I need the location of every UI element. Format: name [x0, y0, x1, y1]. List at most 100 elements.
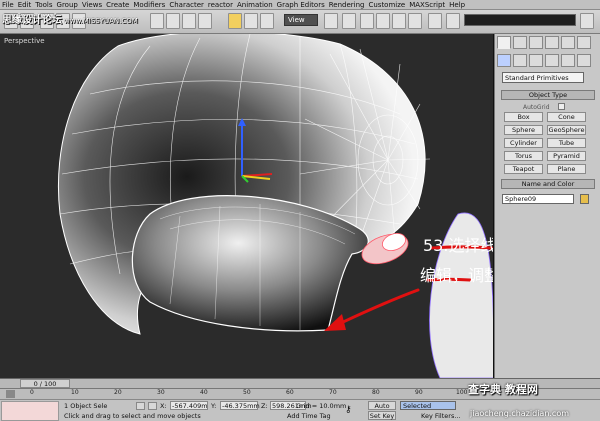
viewport-scene: [57, 34, 493, 378]
utilities-tab-icon[interactable]: [577, 36, 591, 49]
menu-item[interactable]: Tools: [35, 1, 52, 9]
helpers-icon[interactable]: [561, 54, 575, 67]
select-object-icon[interactable]: [150, 13, 164, 29]
frame-counter[interactable]: 0 / 100: [20, 379, 70, 388]
box-button[interactable]: Box: [504, 112, 543, 122]
primitive-type-dropdown[interactable]: Standard Primitives: [502, 72, 584, 83]
menu-item[interactable]: Modifiers: [133, 1, 165, 9]
site-watermark: 查字典 教程网: [468, 383, 538, 396]
menu-item[interactable]: Character: [169, 1, 204, 9]
key-icon[interactable]: ⚷: [345, 405, 352, 415]
key-filters-button[interactable]: Key Filters...: [421, 412, 461, 420]
menu-item[interactable]: Customize: [368, 1, 405, 9]
menu-item[interactable]: Help: [449, 1, 465, 9]
create-categories: [497, 54, 597, 68]
tick-label: 50: [243, 389, 251, 396]
name-color-rollout[interactable]: Name and Color: [501, 179, 595, 189]
menu-item[interactable]: File: [2, 1, 14, 9]
tick-label: 70: [329, 389, 337, 396]
menu-bar: File Edit Tools Group Views Create Modifiers Ch…: [0, 0, 600, 10]
select-manipulate-icon[interactable]: [342, 13, 356, 29]
object-name-field[interactable]: Sphere09: [502, 194, 574, 204]
menu-item[interactable]: Create: [106, 1, 129, 9]
mirror-icon[interactable]: [446, 13, 460, 29]
maxscript-listener[interactable]: [1, 401, 59, 421]
modify-tab-icon[interactable]: [513, 36, 527, 49]
menu-item[interactable]: MAXScript: [409, 1, 445, 9]
plane-button[interactable]: Plane: [547, 164, 586, 174]
tick-label: 40: [200, 389, 208, 396]
auto-key-button[interactable]: Auto Key: [368, 401, 396, 418]
hierarchy-tab-icon[interactable]: [529, 36, 543, 49]
rect-selection-icon[interactable]: [182, 13, 196, 29]
angle-snap-icon[interactable]: [376, 13, 390, 29]
select-by-name-icon[interactable]: [166, 13, 180, 29]
z-label: Z:: [261, 402, 268, 410]
cylinder-button[interactable]: Cylinder: [504, 138, 543, 148]
display-tab-icon[interactable]: [561, 36, 575, 49]
x-coordinate[interactable]: -567.409m: [170, 401, 208, 410]
tick-label: 100: [456, 389, 468, 396]
lock-selection-icon[interactable]: [136, 402, 145, 410]
tick-label: 80: [372, 389, 380, 396]
menu-item[interactable]: Animation: [237, 1, 273, 9]
status-prompt: Click and drag to select and move object…: [64, 412, 201, 420]
pivot-center-icon[interactable]: [324, 13, 338, 29]
add-time-tag[interactable]: Add Time Tag: [287, 412, 331, 420]
selection-count: 1 Object Sele: [64, 402, 108, 410]
shapes-icon[interactable]: [513, 54, 527, 67]
reference-coordinate-select[interactable]: View: [284, 14, 318, 26]
cone-button[interactable]: Cone: [547, 112, 586, 122]
tick-label: 60: [286, 389, 294, 396]
tick-label: 20: [114, 389, 122, 396]
geometry-icon[interactable]: [497, 54, 511, 67]
snaps-toggle-icon[interactable]: [360, 13, 374, 29]
menu-item[interactable]: Rendering: [329, 1, 365, 9]
tube-button[interactable]: Tube: [547, 138, 586, 148]
cameras-icon[interactable]: [545, 54, 559, 67]
create-tab-icon[interactable]: [497, 36, 511, 49]
key-selection-dropdown[interactable]: Selected: [400, 401, 456, 410]
pyramid-button[interactable]: Pyramid: [547, 151, 586, 161]
spinner-snap-icon[interactable]: [408, 13, 422, 29]
menu-item[interactable]: Edit: [18, 1, 32, 9]
select-rotate-icon[interactable]: [244, 13, 258, 29]
space-warps-icon[interactable]: [577, 54, 591, 67]
menu-item[interactable]: Group: [57, 1, 78, 9]
annotation-detail: 编辑，调整位置，: [420, 266, 493, 285]
tick-label: 30: [157, 389, 165, 396]
perspective-viewport[interactable]: Perspective 53.选择线 编辑，调: [0, 34, 494, 378]
menu-item[interactable]: Graph Editors: [277, 1, 325, 9]
sphere-button[interactable]: Sphere: [504, 125, 543, 135]
command-panel-tabs: [497, 36, 597, 50]
select-scale-icon[interactable]: [260, 13, 274, 29]
x-label: X:: [160, 402, 167, 410]
edit-named-selection-icon[interactable]: [428, 13, 442, 29]
absolute-mode-icon[interactable]: [148, 402, 157, 410]
menu-item[interactable]: Views: [82, 1, 102, 9]
teapot-button[interactable]: Teapot: [504, 164, 543, 174]
render-icon[interactable]: [580, 13, 594, 29]
grid-size: Grid = 10.0mm: [296, 402, 347, 410]
object-type-rollout[interactable]: Object Type: [501, 90, 595, 100]
y-label: Y:: [211, 402, 217, 410]
lights-icon[interactable]: [529, 54, 543, 67]
tick-label: 10: [71, 389, 79, 396]
command-panel: Standard Primitives Object Type AutoGrid…: [494, 34, 600, 378]
menu-item[interactable]: reactor: [208, 1, 233, 9]
tick-label: 0: [30, 389, 34, 396]
select-move-icon[interactable]: [228, 13, 242, 29]
geosphere-button[interactable]: GeoSphere: [547, 125, 586, 135]
percent-snap-icon[interactable]: [392, 13, 406, 29]
y-coordinate[interactable]: -46.375mm: [220, 401, 260, 410]
motion-tab-icon[interactable]: [545, 36, 559, 49]
curve-editor-icon[interactable]: [6, 390, 15, 398]
named-selection-sets[interactable]: [464, 14, 576, 26]
object-color-swatch[interactable]: [580, 194, 589, 204]
site-watermark-url: jiaocheng.chazidian.com: [470, 409, 570, 418]
autogrid-checkbox[interactable]: [558, 103, 565, 110]
torus-button[interactable]: Torus: [504, 151, 543, 161]
window-crossing-icon[interactable]: [198, 13, 212, 29]
viewport-label[interactable]: Perspective: [4, 37, 45, 45]
set-key-button[interactable]: Set Key: [368, 411, 396, 420]
